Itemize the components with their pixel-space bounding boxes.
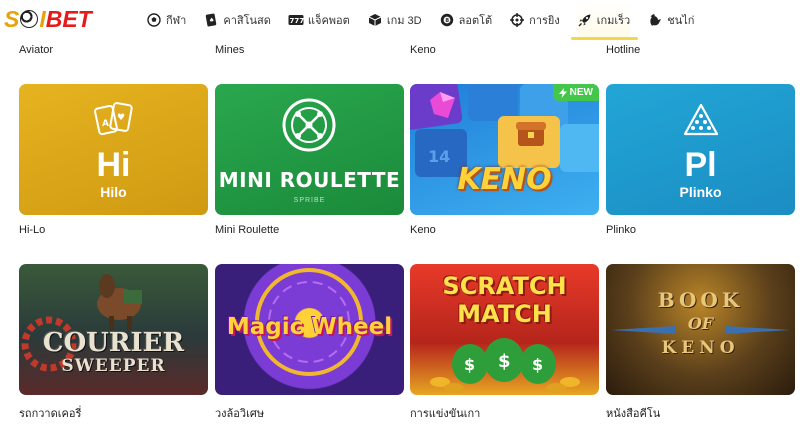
game-label-mines[interactable]: Mines — [215, 44, 244, 56]
game-label-keno[interactable]: Keno — [410, 224, 436, 236]
game-card-magic-wheel[interactable]: Magic Wheel — [215, 264, 404, 395]
svg-text:♥: ♥ — [117, 113, 125, 123]
roulette-wheel-icon — [282, 98, 336, 152]
card-art-title-line1: BOOK — [657, 288, 744, 312]
new-badge-label: NEW — [569, 87, 593, 98]
game-label-scratch-match[interactable]: การแข่งขันเกา — [410, 404, 480, 422]
rooster-icon — [647, 12, 663, 28]
crosshair-icon — [509, 12, 525, 28]
game-label-courier-sweeper[interactable]: รถกวาดเคอรี่ — [19, 404, 81, 422]
main-nav: กีฬา ♠ คาสิโนสด 777 แจ็คพอต เกม 3D 8 ลอต… — [146, 0, 711, 40]
nav-label: เกมเร็ว — [596, 15, 631, 27]
playing-card-icon: ♠ — [203, 12, 219, 28]
nav-item-shooting[interactable]: การยิง — [509, 0, 560, 40]
soccer-ball-icon — [146, 12, 162, 28]
nav-label: ชนไก่ — [667, 15, 695, 27]
nav-label: คาสิโนสด — [223, 15, 271, 27]
game-card-keno[interactable]: 14 KENO NEW — [410, 84, 599, 215]
game-label-plinko[interactable]: Plinko — [606, 224, 636, 236]
game-card-courier-sweeper[interactable]: COURIER SWEEPER — [19, 264, 208, 395]
lightning-icon — [558, 87, 567, 98]
wing-ornament-art — [611, 326, 790, 334]
game-label-mini-roulette[interactable]: Mini Roulette — [215, 224, 279, 236]
nav-item-sports[interactable]: กีฬา — [146, 0, 186, 40]
soibet-logo[interactable]: S I BET — [4, 4, 92, 34]
nav-label: กีฬา — [166, 15, 187, 27]
top-header: S I BET กีฬา ♠ คาสิโนสด 777 แจ็คพอต เกม 3D — [0, 0, 800, 40]
card-symbol: Pl — [684, 146, 717, 184]
game-label-hotline[interactable]: Hotline — [606, 44, 640, 56]
card-art-title-line2: SWEEPER — [61, 356, 166, 376]
game-label-book-of-keno[interactable]: หนังสือคีโน — [606, 404, 660, 422]
card-art-title: Magic Wheel — [226, 314, 393, 340]
game-label-keno-top[interactable]: Keno — [410, 44, 436, 56]
game-card-scratch-match[interactable]: SCRATCH MATCH $ $ $ — [410, 264, 599, 395]
nav-label: ลอตโต้ — [458, 15, 493, 27]
money-bags-art: $ $ $ — [430, 338, 580, 393]
playing-cards-icon: A ♥ — [94, 102, 133, 136]
new-badge: NEW — [552, 84, 599, 101]
game-label-aviator[interactable]: Aviator — [19, 44, 53, 56]
svg-text:$: $ — [532, 355, 543, 374]
nav-item-fast-games[interactable]: เกมเร็ว — [570, 0, 638, 40]
provider-label: SPRIBE — [293, 197, 326, 204]
nav-item-jackpot[interactable]: 777 แจ็คพอต — [288, 0, 350, 40]
lotto-ball-icon: 8 — [439, 12, 455, 28]
game-label-magic-wheel[interactable]: วงล้อวิเศษ — [215, 404, 264, 422]
game-card-plinko[interactable]: Pl Plinko — [606, 84, 795, 215]
logo-bet: BET — [45, 5, 92, 32]
svg-text:8: 8 — [445, 18, 449, 24]
card-subtitle: Plinko — [679, 184, 722, 200]
rocket-icon — [577, 12, 593, 28]
svg-text:$: $ — [464, 355, 475, 374]
nav-label: การยิง — [529, 15, 560, 27]
svg-text:777: 777 — [289, 17, 304, 25]
game-card-hilo[interactable]: A ♥ Hi Hilo — [19, 84, 208, 215]
logo-letter-s: S — [4, 5, 20, 32]
slot-777-icon: 777 — [288, 12, 304, 28]
nav-item-3d-games[interactable]: เกม 3D — [367, 0, 422, 40]
svg-text:$: $ — [498, 351, 511, 372]
svg-text:♠: ♠ — [209, 17, 214, 24]
plinko-triangle-icon — [683, 103, 719, 136]
nav-item-lotto[interactable]: 8 ลอตโต้ — [439, 0, 493, 40]
game-card-book-of-keno[interactable]: BOOK OF KENO — [606, 264, 795, 395]
cube-3d-icon — [367, 12, 383, 28]
nav-item-live-casino[interactable]: ♠ คาสิโนสด — [203, 0, 271, 40]
nav-label: แจ็คพอต — [307, 15, 350, 27]
game-label-hilo[interactable]: Hi-Lo — [19, 224, 45, 236]
card-art-title-line3: KENO — [661, 338, 740, 358]
soccer-ball-logo-icon — [20, 10, 39, 28]
game-card-mini-roulette[interactable]: MINI ROULETTE SPRIBE — [215, 84, 404, 215]
card-art-title-line1: COURIER — [42, 328, 185, 358]
card-art-title: MINI ROULETTE — [218, 168, 401, 192]
nav-item-cockfight[interactable]: ชนไก่ — [647, 0, 694, 40]
card-symbol: Hi — [96, 146, 131, 184]
card-subtitle: Hilo — [100, 184, 127, 200]
svg-text:A: A — [102, 119, 109, 129]
nav-label: เกม 3D — [386, 15, 422, 27]
card-art-title: KENO — [457, 162, 552, 197]
